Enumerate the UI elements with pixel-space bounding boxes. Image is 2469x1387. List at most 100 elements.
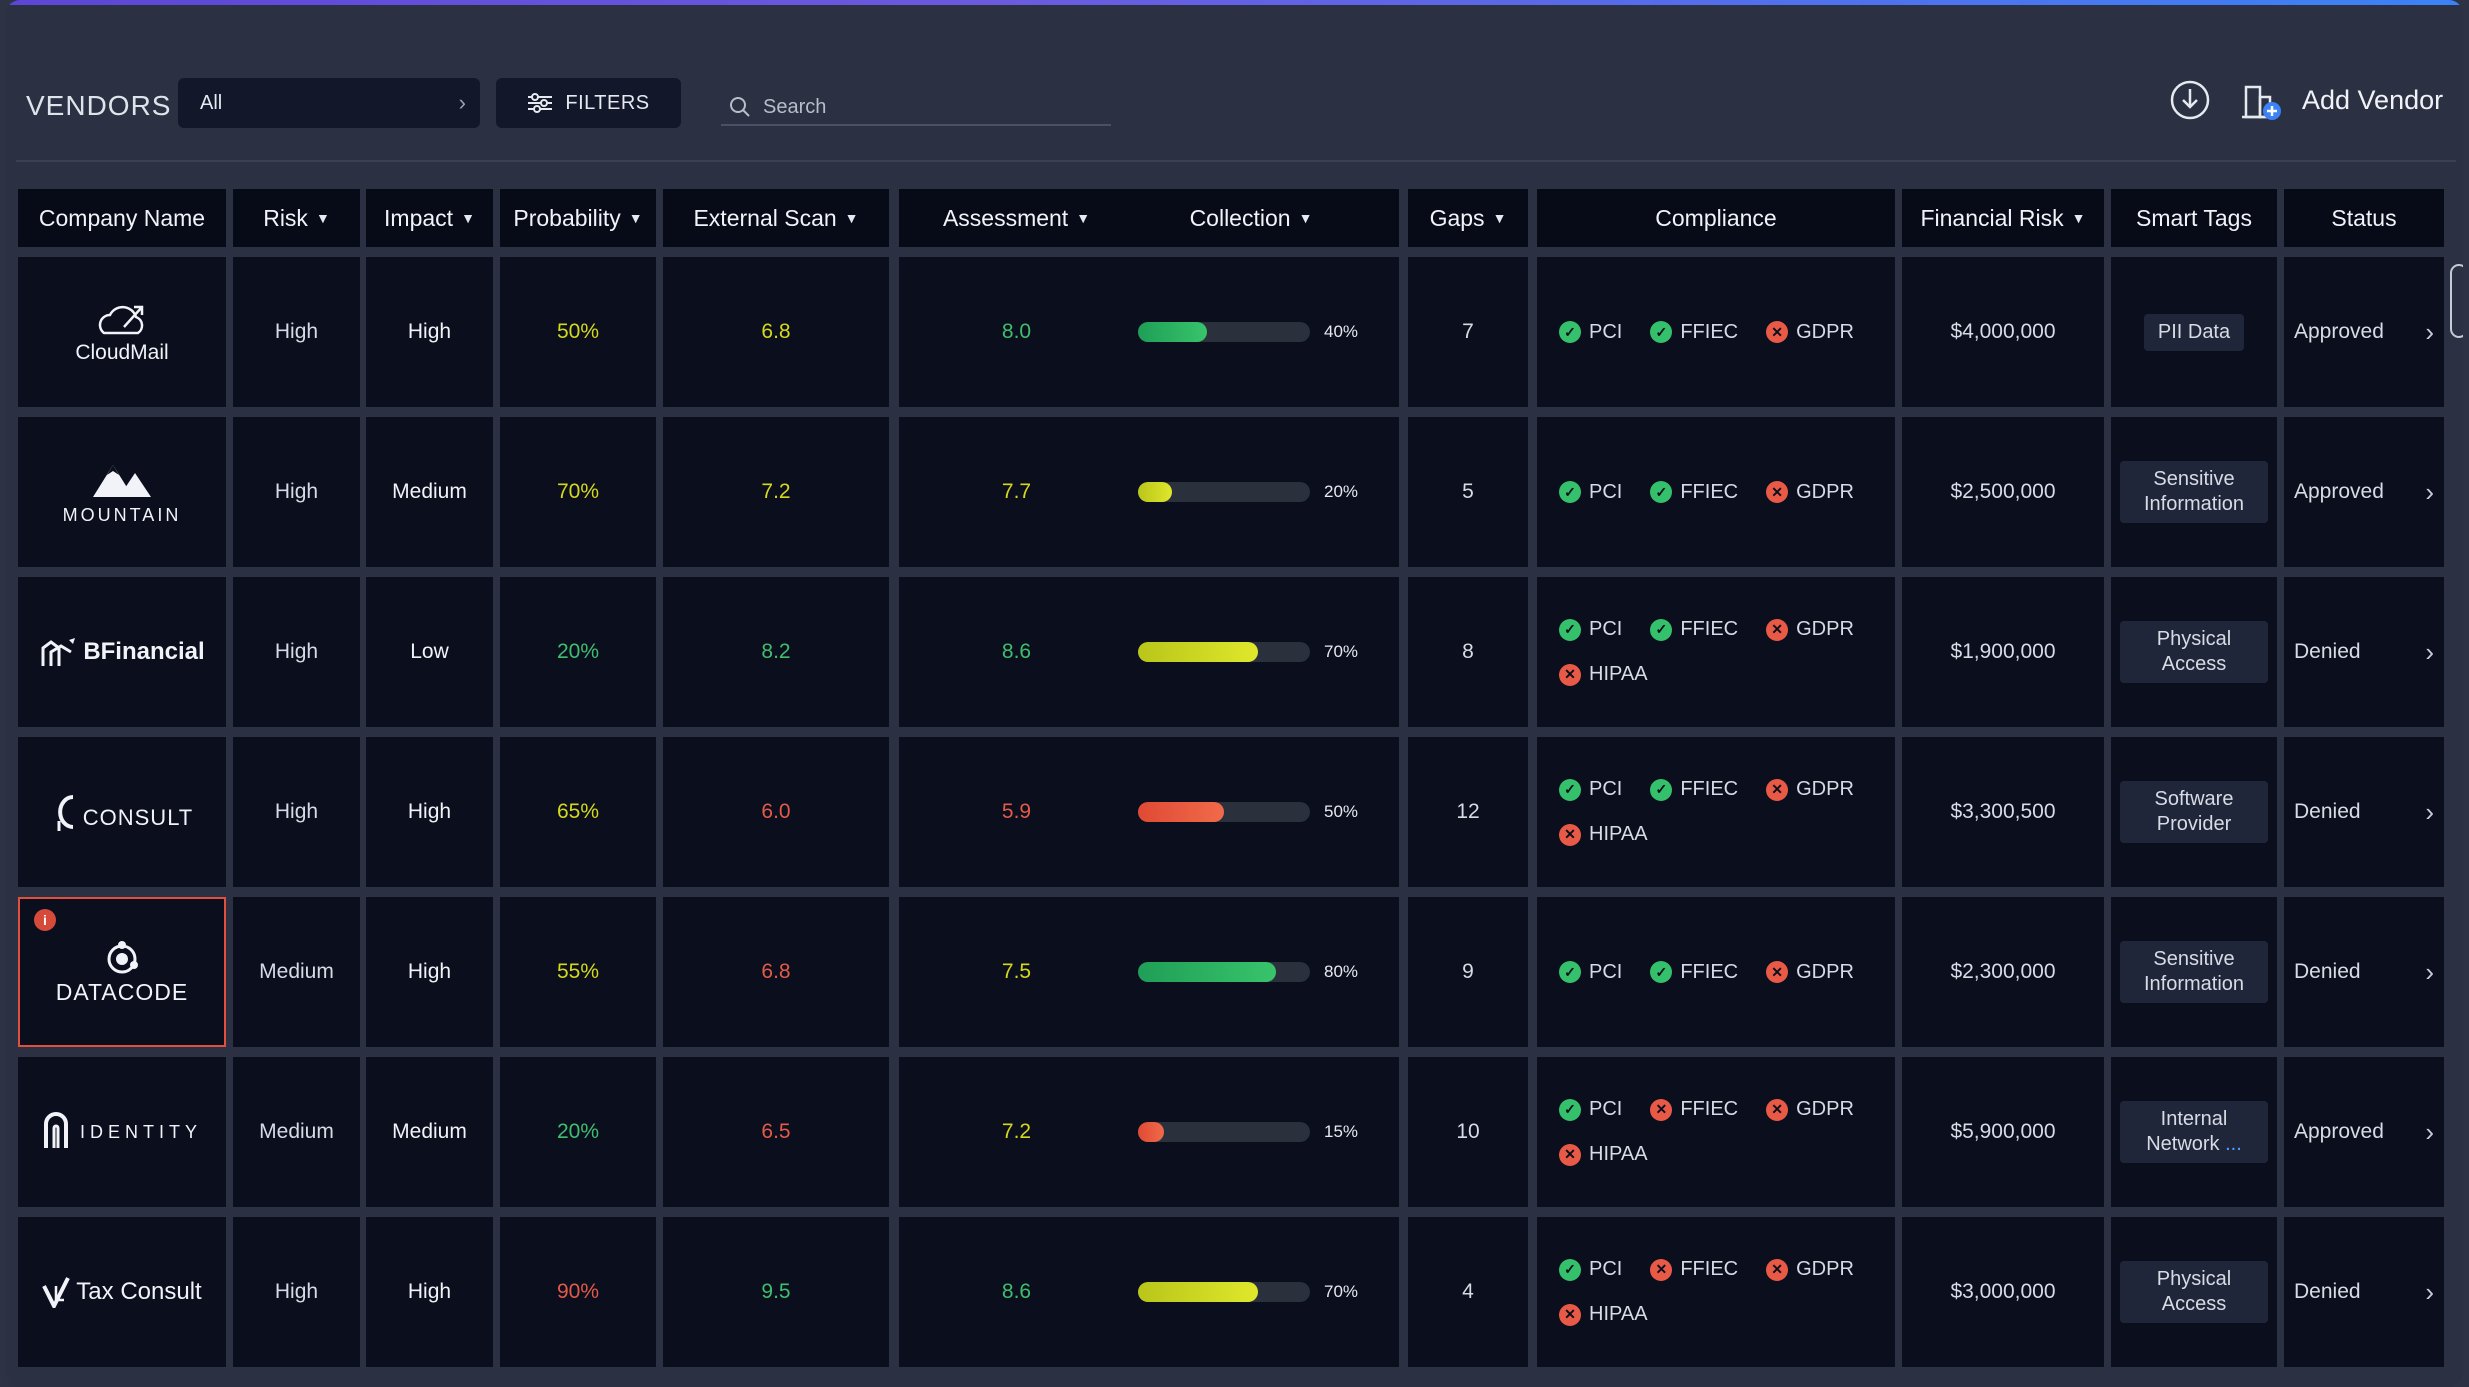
collection-cell: 70% <box>1103 577 1399 727</box>
compliance-list: ✓ PCI ✓ FFIEC ✕ GDPR <box>1537 321 1867 344</box>
check-circle-icon: ✓ <box>1650 321 1673 343</box>
logo-mark-icon <box>92 464 151 497</box>
financial-risk-cell: $1,900,000 <box>1902 577 2104 727</box>
status-cell[interactable]: Denied › <box>2284 737 2444 887</box>
company-cell[interactable]: MOUNTAIN <box>18 417 226 567</box>
status-toggle[interactable]: Denied › <box>2294 1277 2434 1308</box>
chevron-right-icon: › <box>2425 1276 2434 1307</box>
column-header-financial-risk[interactable]: Financial Risk ▼ <box>1902 189 2104 247</box>
risk-cell: High <box>233 737 360 887</box>
gaps-cell: 8 <box>1408 577 1528 727</box>
column-header-external-scan[interactable]: External Scan ▼ <box>663 189 889 247</box>
add-vendor-button[interactable]: Add Vendor <box>2238 72 2443 128</box>
company-cell[interactable]: Tax Consult <box>18 1217 226 1367</box>
financial-risk-value: $4,000,000 <box>1950 320 2056 343</box>
assessment-value: 8.0 <box>1001 320 1032 343</box>
smart-tag[interactable]: Software Provider <box>2120 781 2268 843</box>
status-toggle[interactable]: Denied › <box>2294 957 2434 988</box>
assessment-cell: 7.7 <box>899 417 1134 567</box>
smart-tag-label: Internal Network <box>2146 1108 2228 1155</box>
company-cell[interactable]: CloudMail <box>18 257 226 407</box>
gaps-value: 10 <box>1456 1120 1480 1143</box>
smart-tag-label: Physical Access <box>2156 628 2232 675</box>
sort-caret-icon: ▼ <box>628 210 643 226</box>
compliance-badge-ffiec: ✓ FFIEC <box>1650 321 1738 344</box>
status-cell[interactable]: Denied › <box>2284 897 2444 1047</box>
check-circle-icon: ✓ <box>1559 618 1581 641</box>
smart-tag[interactable]: Physical Access <box>2120 621 2268 683</box>
smart-tag[interactable]: Sensitive Information <box>2120 461 2268 523</box>
assessment-value: 7.7 <box>1001 480 1032 503</box>
company-cell[interactable]: IDENTITY <box>18 1057 226 1207</box>
column-header-collection[interactable]: Collection ▼ <box>1103 189 1399 247</box>
column-header-gaps[interactable]: Gaps ▼ <box>1408 189 1528 247</box>
smart-tag[interactable]: Internal Network ... <box>2120 1101 2268 1163</box>
company-name: CloudMail <box>75 341 169 364</box>
status-toggle[interactable]: Approved › <box>2294 317 2434 348</box>
status-cell[interactable]: Approved › <box>2284 417 2444 567</box>
smart-tag[interactable]: Sensitive Information <box>2120 941 2268 1003</box>
company-logo: CONSULT <box>51 791 194 833</box>
assessment-value: 5.9 <box>1001 800 1032 823</box>
status-toggle[interactable]: Approved › <box>2294 477 2434 508</box>
external-scan-cell: 7.2 <box>663 417 889 567</box>
status-cell[interactable]: Approved › <box>2284 1057 2444 1207</box>
compliance-name: PCI <box>1589 1258 1623 1280</box>
column-header-probability[interactable]: Probability ▼ <box>500 189 656 247</box>
status-toggle[interactable]: Denied › <box>2294 797 2434 828</box>
impact-cell: High <box>366 737 493 887</box>
external-scan-cell: 8.2 <box>663 577 889 727</box>
company-cell[interactable]: BFinancial <box>18 577 226 727</box>
compliance-badge-pci: ✓ PCI <box>1559 1098 1622 1121</box>
assessment-value: 7.5 <box>1001 960 1032 983</box>
sort-caret-icon: ▼ <box>2071 210 2086 226</box>
probability-cell: 70% <box>500 417 656 567</box>
company-name: CONSULT <box>82 805 194 830</box>
assessment-cell: 8.6 <box>899 577 1134 727</box>
column-header-label: Compliance <box>1655 204 1777 231</box>
status-cell[interactable]: Approved › <box>2284 257 2444 407</box>
smart-tag[interactable]: Physical Access <box>2120 1261 2268 1323</box>
scrollbar-thumb[interactable] <box>2450 264 2463 338</box>
column-header-risk[interactable]: Risk ▼ <box>233 189 360 247</box>
compliance-badge-ffiec: ✓ FFIEC <box>1650 481 1738 504</box>
collection-progress-fill <box>1138 1282 1258 1302</box>
vendor-filter-select[interactable]: All › <box>178 78 480 128</box>
company-cell[interactable]: CONSULT <box>18 737 226 887</box>
gaps-cell: 10 <box>1408 1057 1528 1207</box>
column-header-label: External Scan <box>693 204 837 231</box>
sort-caret-icon: ▼ <box>1298 210 1313 226</box>
compliance-name: PCI <box>1589 778 1623 800</box>
smart-tag[interactable]: PII Data <box>2143 313 2245 351</box>
smart-tag-more[interactable]: ... <box>2225 1133 2242 1155</box>
alert-icon[interactable]: i <box>34 909 56 931</box>
column-header-label: Assessment <box>942 204 1069 231</box>
chevron-right-icon: › <box>2425 1116 2434 1147</box>
column-header-label: Risk <box>263 204 308 231</box>
smart-tag-cell: Sensitive Information <box>2111 897 2277 1047</box>
filters-button[interactable]: FILTERS <box>496 78 681 128</box>
external-scan-cell: 6.0 <box>663 737 889 887</box>
status-cell[interactable]: Denied › <box>2284 1217 2444 1367</box>
assessment-cell: 8.0 <box>899 257 1134 407</box>
financial-risk-cell: $3,300,500 <box>1902 737 2104 887</box>
column-header-impact[interactable]: Impact ▼ <box>366 189 493 247</box>
compliance-list: ✓ PCI ✕ FFIEC ✕ GDPR ✕ HIPAA <box>1537 1098 1867 1166</box>
company-cell[interactable]: i DATACODE <box>18 897 226 1047</box>
compliance-cell: ✓ PCI ✓ FFIEC ✕ GDPR <box>1537 257 1895 407</box>
impact-value: Medium <box>392 1120 467 1143</box>
compliance-list: ✓ PCI ✓ FFIEC ✕ GDPR ✕ HIPAA <box>1537 778 1867 846</box>
risk-cell: High <box>233 417 360 567</box>
assessment-value: 8.6 <box>1001 640 1032 663</box>
status-toggle[interactable]: Denied › <box>2294 637 2434 668</box>
compliance-list: ✓ PCI ✓ FFIEC ✕ GDPR ✕ HIPAA <box>1537 618 1867 686</box>
compliance-badge-ffiec: ✓ FFIEC <box>1650 778 1738 801</box>
chevron-right-icon: › <box>2425 956 2434 987</box>
search-input[interactable]: Search <box>721 90 1111 126</box>
download-button[interactable] <box>2168 78 2212 122</box>
status-cell[interactable]: Denied › <box>2284 577 2444 727</box>
collection-percent: 80% <box>1324 962 1359 981</box>
status-toggle[interactable]: Approved › <box>2294 1117 2434 1148</box>
impact-cell: High <box>366 897 493 1047</box>
column-header-assessment[interactable]: Assessment ▼ <box>899 189 1134 247</box>
